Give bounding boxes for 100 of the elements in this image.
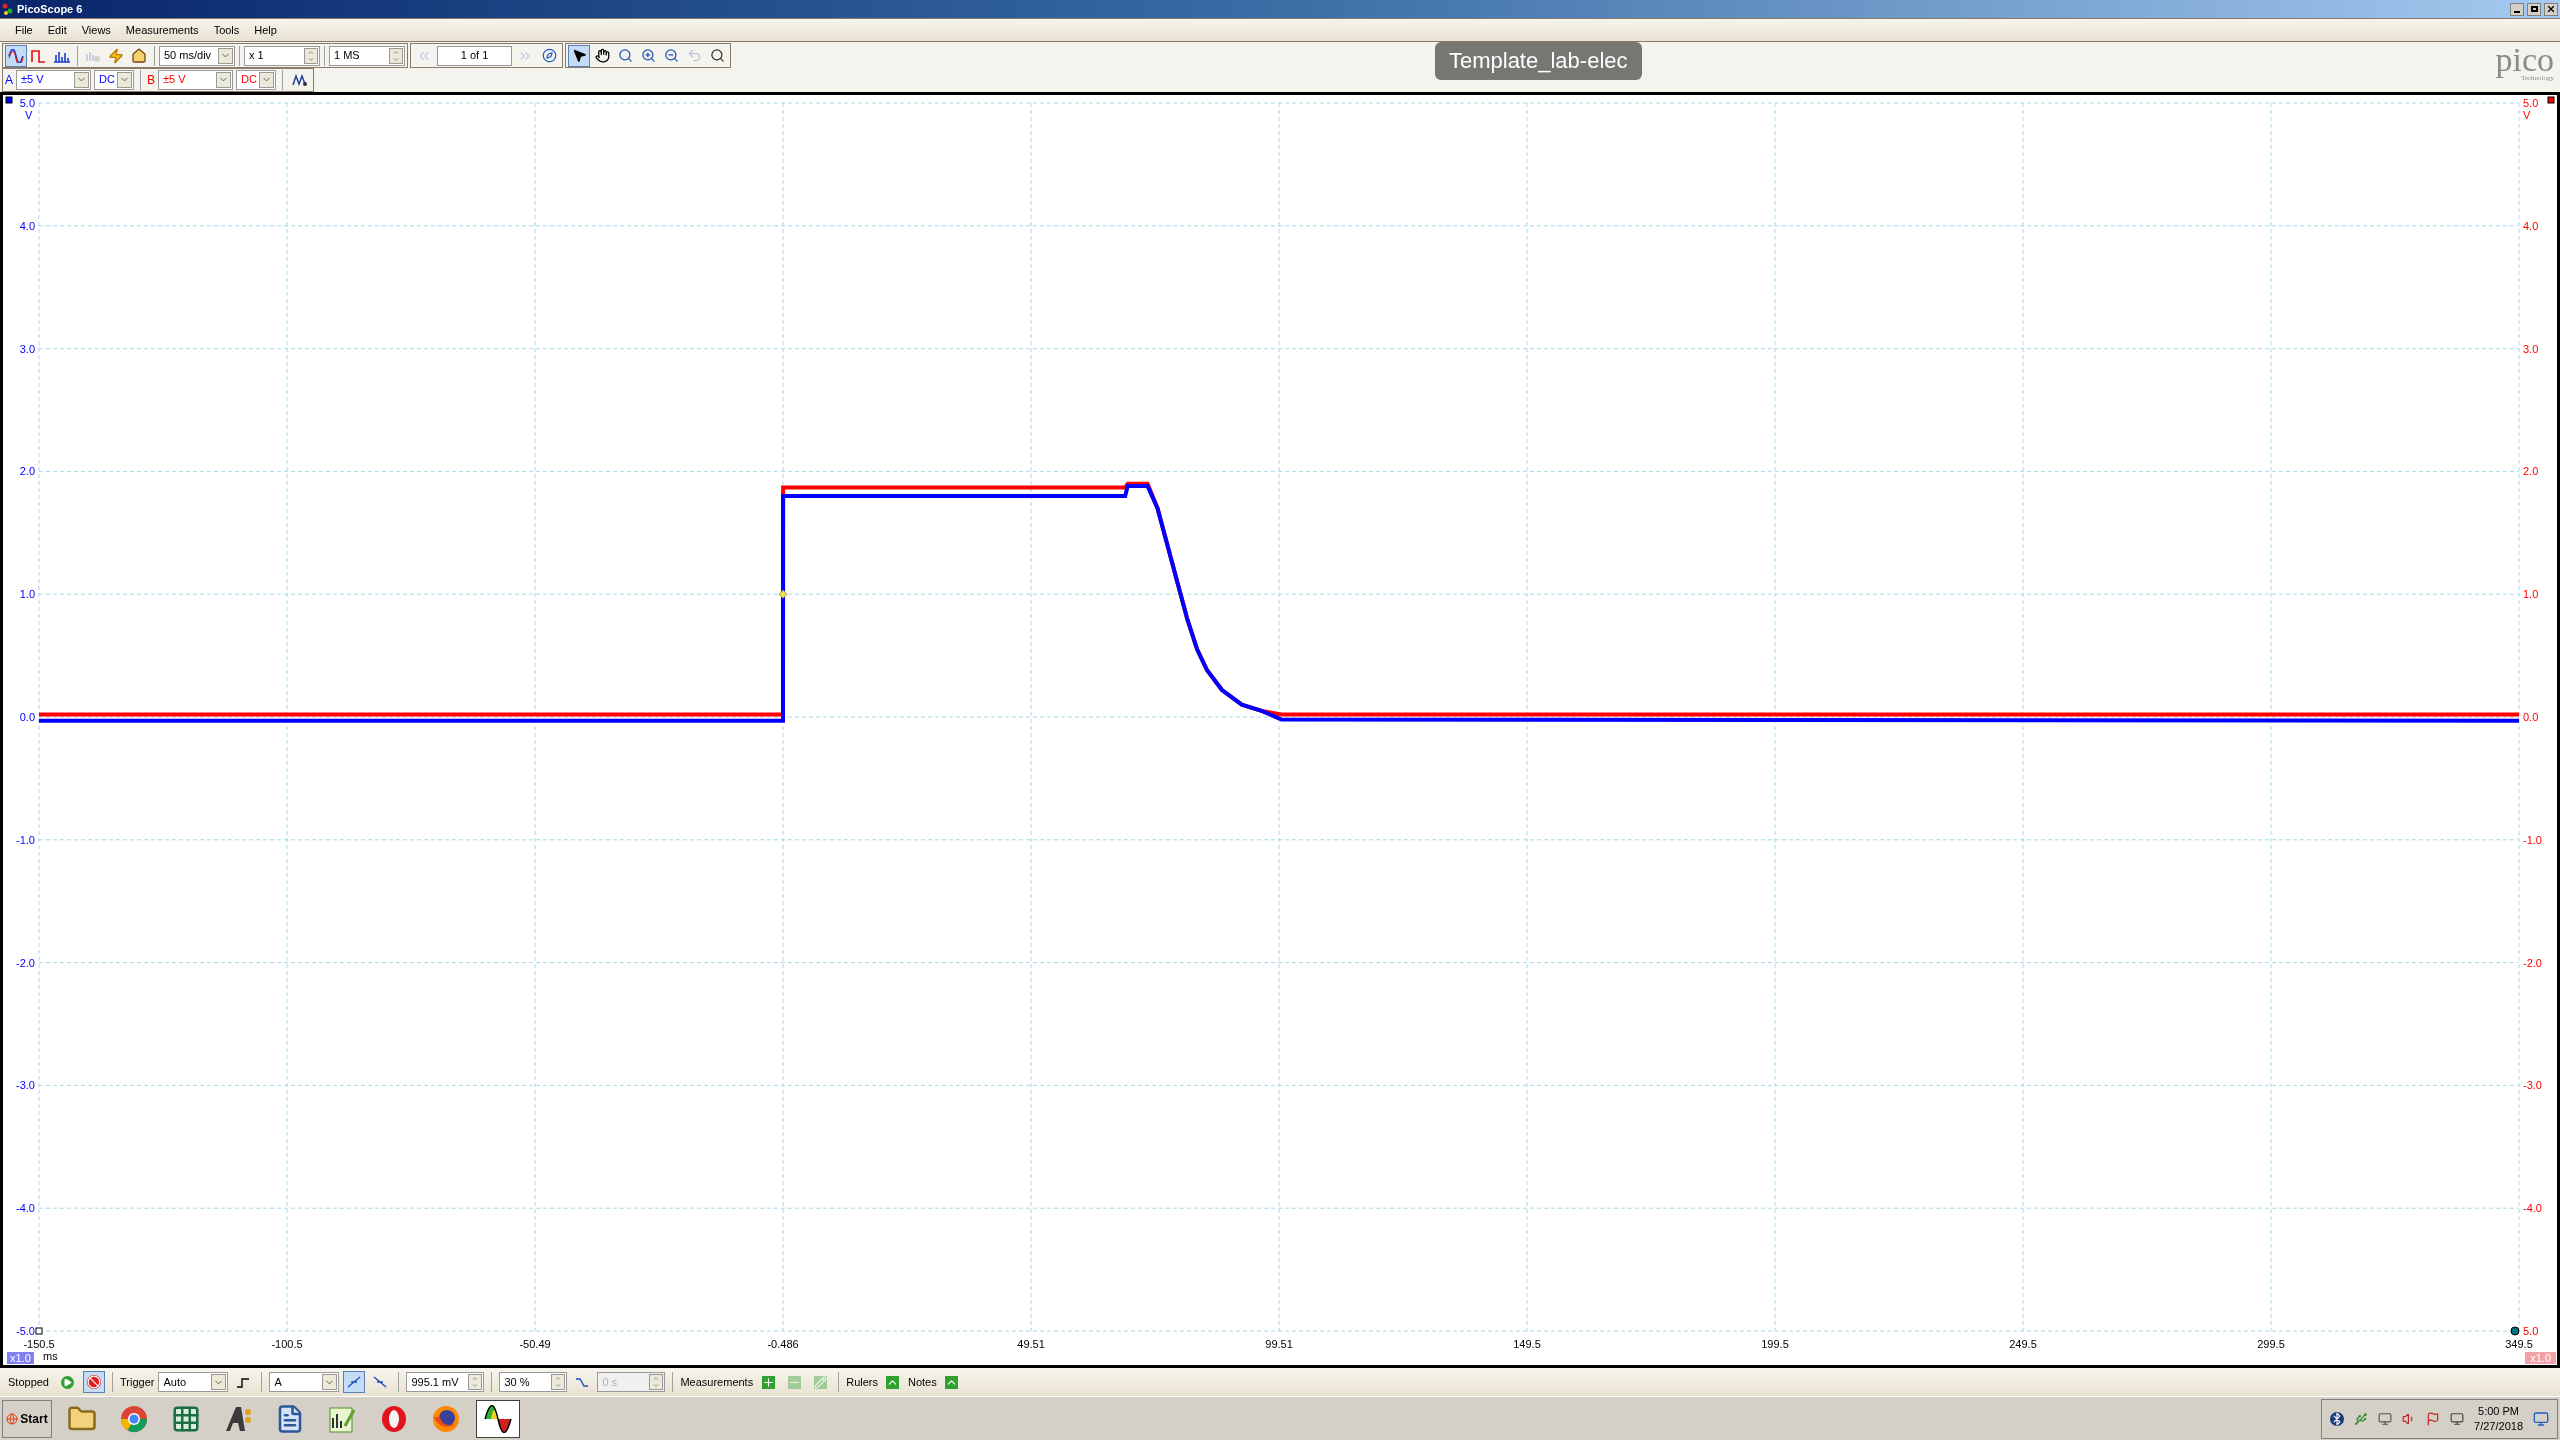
y-axis-label: 4.0 xyxy=(19,219,35,232)
monitor-icon[interactable] xyxy=(2378,1411,2393,1426)
menu-item[interactable]: Measurements xyxy=(118,21,206,39)
coupling-dropdown[interactable]: DC xyxy=(236,69,277,90)
offset-handle[interactable] xyxy=(2510,1326,2520,1336)
y-axis-label: 0.0 xyxy=(19,711,35,723)
menu-item[interactable]: File xyxy=(8,21,40,39)
channel-label[interactable]: B xyxy=(147,70,156,89)
minus-icon xyxy=(787,1375,801,1389)
expand-icon xyxy=(886,1375,900,1389)
flag-icon[interactable] xyxy=(2426,1411,2441,1426)
rulers-label: Rulers xyxy=(846,1374,878,1390)
y-axis-label: 3.0 xyxy=(2523,342,2539,355)
taskbar-app-button[interactable] xyxy=(476,1399,520,1438)
spin-arrows-icon xyxy=(551,1374,566,1390)
status-text: Stopped xyxy=(7,1374,50,1390)
clock-date[interactable]: 7/27/2018 xyxy=(2474,1418,2523,1434)
y-axis-label: 1.0 xyxy=(19,588,35,601)
home-icon xyxy=(131,47,147,64)
x-axis-label: 99.51 xyxy=(1265,1338,1293,1350)
channel-marker[interactable] xyxy=(5,96,13,104)
trigger-marker[interactable] xyxy=(778,589,788,599)
offset-handle[interactable] xyxy=(35,1327,43,1335)
spin-arrows-icon xyxy=(304,47,318,64)
stop-button[interactable] xyxy=(83,1371,105,1393)
trigger-wave-icon xyxy=(575,1375,590,1389)
show-desktop-icon[interactable] xyxy=(2533,1410,2549,1427)
x-axis-label: -100.5 xyxy=(271,1338,303,1350)
x-axis-label: 49.51 xyxy=(1017,1338,1045,1350)
sine-wave-icon xyxy=(8,48,24,63)
restore-button[interactable] xyxy=(2527,2,2541,16)
start-menu-button[interactable]: Start xyxy=(2,1399,52,1438)
hysteresis-field[interactable]: 30 % xyxy=(499,1372,568,1392)
coupling-dropdown[interactable]: DC xyxy=(94,69,134,90)
trigger-source-dropdown[interactable]: A xyxy=(269,1372,340,1392)
spin-arrows-icon xyxy=(389,47,403,64)
measurements-label: Measurements xyxy=(680,1374,754,1390)
trigger-label: Trigger xyxy=(120,1374,155,1390)
y-axis-label: -3.0 xyxy=(2523,1079,2542,1092)
lightning-icon xyxy=(108,47,124,64)
compass-icon xyxy=(541,48,557,63)
rising-edge-button[interactable] xyxy=(343,1371,366,1393)
bluetooth-icon[interactable] xyxy=(2330,1411,2345,1426)
y-axis-label: -5.0 xyxy=(16,1325,35,1337)
x-axis-label: 299.5 xyxy=(2257,1338,2285,1350)
y-axis-label: 5.0 xyxy=(2523,1325,2539,1337)
x-axis-label: -0.486 xyxy=(767,1338,799,1350)
y-axis-label: 2.0 xyxy=(19,465,35,478)
edit-icon xyxy=(813,1375,827,1389)
channel-marker[interactable] xyxy=(2547,96,2555,104)
browser-icon xyxy=(432,1404,460,1433)
x-axis-label: 199.5 xyxy=(1761,1338,1789,1350)
minimize-button[interactable] xyxy=(2510,2,2524,16)
y-axis-label: 5.0 xyxy=(19,97,35,109)
close-button[interactable] xyxy=(2544,2,2558,16)
y-axis-label: -4.0 xyxy=(2523,1202,2542,1215)
x-unit-label: ms xyxy=(43,1350,58,1362)
buffer-field[interactable]: 1 of 1 xyxy=(437,45,512,66)
mode-button[interactable] xyxy=(5,44,27,67)
undo-icon xyxy=(686,48,702,63)
y-axis-label: 2.0 xyxy=(2523,465,2539,478)
y-axis-label: 5.0 xyxy=(2523,97,2539,109)
browser-icon xyxy=(120,1404,148,1433)
pulse-icon xyxy=(31,48,47,63)
falling-edge-icon xyxy=(373,1375,388,1389)
search-icon xyxy=(617,48,633,63)
samples-field[interactable]: 1 MS xyxy=(329,45,405,66)
range-dropdown[interactable]: ±5 V xyxy=(16,69,91,90)
y-unit-label: V xyxy=(2523,109,2531,121)
menu-item[interactable]: Edit xyxy=(40,21,74,39)
zoom-badge: x1.0 xyxy=(7,1352,34,1364)
x-axis-label: 249.5 xyxy=(2009,1338,2037,1350)
threshold-field[interactable]: 995.1 mV xyxy=(406,1372,485,1392)
menu-item[interactable]: Views xyxy=(74,21,118,39)
y-axis-label: 3.0 xyxy=(19,342,35,355)
ring-icon xyxy=(380,1404,408,1433)
channel-label[interactable]: A xyxy=(5,70,13,89)
y-axis-label: -1.0 xyxy=(16,833,35,846)
y-axis-label: -2.0 xyxy=(16,956,35,969)
hand-icon xyxy=(594,48,610,63)
menu-item[interactable]: Tools xyxy=(206,21,247,39)
spin-arrows-icon xyxy=(468,1374,483,1390)
zoom-badge: x1.0 xyxy=(2525,1352,2556,1364)
tool-button[interactable] xyxy=(568,44,590,67)
window-title: PicoScope 6 xyxy=(17,1,83,17)
menu-item[interactable]: Help xyxy=(247,21,284,39)
y-axis-label: -4.0 xyxy=(16,1202,35,1215)
y-axis-label: -2.0 xyxy=(2523,956,2542,969)
zoom-out-icon xyxy=(663,48,679,63)
app-icon xyxy=(2,2,14,16)
close-icon xyxy=(2546,4,2556,14)
usb-icon[interactable] xyxy=(2354,1411,2369,1426)
clock-time[interactable]: 5:00 PM xyxy=(2478,1403,2519,1419)
document-title-badge: Template_lab-elec xyxy=(1434,41,1642,80)
timebase-dropdown[interactable]: 50 ms/div xyxy=(159,45,235,66)
pointer-icon xyxy=(571,48,587,63)
range-dropdown[interactable]: ±5 V xyxy=(158,69,234,90)
network-icon[interactable] xyxy=(2450,1411,2465,1426)
zoom-factor-field[interactable]: x 1 xyxy=(244,45,320,66)
trigger-mode-dropdown[interactable]: Auto xyxy=(158,1372,229,1392)
